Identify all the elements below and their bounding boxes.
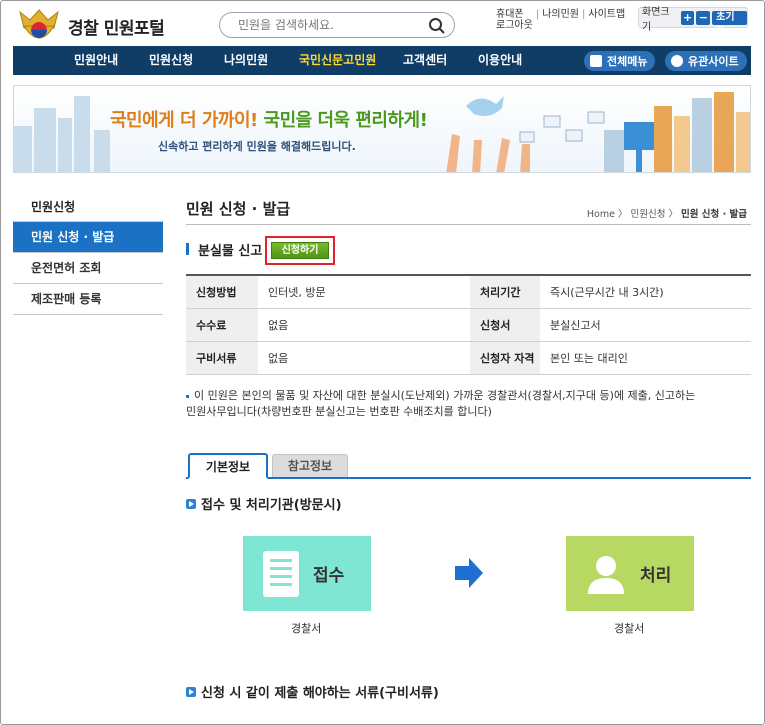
my-minwon-link[interactable]: 나의민원 — [542, 9, 579, 20]
section-marker — [186, 243, 189, 255]
tab-underline — [186, 477, 751, 479]
info-key: 수수료 — [186, 308, 258, 342]
arrow-box-icon — [186, 498, 196, 509]
table-row: 신청방법 인터넷, 방문 처리기간 즉시(근무시간 내 3시간) — [186, 275, 751, 309]
banner-headline: 국민에게 더 가까이! 국민을 더욱 편리하게! — [110, 106, 428, 132]
sitemap-link[interactable]: 사이트맵 — [588, 9, 625, 20]
arrow-right-icon — [455, 558, 483, 588]
bullet-icon — [186, 394, 189, 398]
menu-icon — [590, 55, 602, 67]
step-process-card: 처리 — [566, 536, 694, 611]
apply-highlight: 신청하기 — [265, 236, 335, 265]
side-nav-item-license[interactable]: 운전면허 조회 — [13, 253, 163, 284]
hero-banner: 국민에게 더 가까이! 국민을 더욱 편리하게! 신속하고 편리하게 민원을 해… — [13, 85, 751, 173]
section-title: 분실물 신고 — [198, 244, 263, 259]
breadcrumb-home[interactable]: Home — [587, 209, 615, 220]
breadcrumb-apply[interactable]: 민원신청 — [631, 209, 666, 220]
person-icon — [588, 555, 624, 594]
tab-reference-info[interactable]: 참고정보 — [272, 454, 348, 477]
note-line-1: 이 민원은 본인의 물품 및 자산에 대한 분실시(도난제외) 가까운 경찰관서… — [194, 389, 696, 402]
font-increase-button[interactable]: + — [680, 10, 695, 25]
info-value: 인터넷, 방문 — [258, 275, 470, 309]
gnb-item-epeople[interactable]: 국민신문고민원 — [299, 46, 376, 75]
utility-links: 휴대폰 로그아웃 | 나의민원 | 사이트맵 — [496, 9, 626, 31]
step-receive-caption: 경찰서 — [291, 622, 322, 635]
info-table: 신청방법 인터넷, 방문 처리기간 즉시(근무시간 내 3시간) 수수료 없음 … — [186, 274, 751, 375]
info-key: 신청자 자격 — [470, 341, 540, 375]
search-icon[interactable] — [428, 17, 446, 35]
all-menu-label: 전체메뉴 — [607, 55, 648, 68]
description-note: 이 민원은 본인의 물품 및 자산에 대한 분실시(도난제외) 가까운 경찰관서… — [186, 388, 746, 420]
logout-link[interactable]: 로그아웃 — [496, 20, 533, 31]
side-navigation: 민원신청 민원 신청 · 발급 운전면허 조회 제조판매 등록 — [13, 192, 163, 315]
info-key: 구비서류 — [186, 341, 258, 375]
process-heading-text: 접수 및 처리기관(방문시) — [201, 498, 342, 513]
site-title: 경찰 민원포털 — [68, 18, 165, 39]
font-size-label: 화면크기 — [642, 6, 670, 33]
info-value: 없음 — [258, 308, 470, 342]
info-key: 처리기간 — [470, 275, 540, 309]
step-receive-label: 접수 — [313, 566, 345, 586]
process-heading: 접수 및 처리기관(방문시) — [186, 494, 342, 513]
arrow-box-icon — [186, 686, 196, 697]
apply-button[interactable]: 신청하기 — [271, 242, 329, 259]
info-value: 즉시(근무시간 내 3시간) — [540, 275, 751, 309]
search-input[interactable] — [238, 13, 438, 37]
globe-icon — [671, 55, 683, 67]
side-nav-item-manufacture[interactable]: 제조판매 등록 — [13, 284, 163, 315]
info-key: 신청서 — [470, 308, 540, 342]
side-nav-title: 민원신청 — [13, 192, 163, 222]
police-emblem-icon — [16, 6, 62, 46]
search-box — [219, 12, 455, 38]
page-title: 민원 신청 · 발급 — [186, 200, 291, 218]
font-size-control: 화면크기 + − 초기화 — [638, 7, 748, 37]
banner-headline-2: 국민을 더욱 편리하게! — [263, 110, 428, 131]
site-logo[interactable]: 경찰 민원포털 — [16, 6, 165, 46]
step-process-label: 처리 — [640, 566, 672, 586]
mobile-link[interactable]: 휴대폰 — [496, 9, 524, 20]
breadcrumb-current: 민원 신청 · 발급 — [681, 209, 747, 220]
all-menu-button[interactable]: 전체메뉴 — [584, 51, 656, 71]
related-sites-label: 유관사이트 — [688, 55, 739, 68]
info-value: 분실신고서 — [540, 308, 751, 342]
table-row: 수수료 없음 신청서 분실신고서 — [186, 308, 751, 342]
gnb-item-usage[interactable]: 이용안내 — [478, 46, 522, 75]
info-value: 없음 — [258, 341, 470, 375]
title-divider — [186, 224, 751, 225]
gnb-item-guide[interactable]: 민원안내 — [74, 46, 118, 75]
step-receive-card: 접수 — [243, 536, 371, 611]
gnb-item-my[interactable]: 나의민원 — [224, 46, 268, 75]
document-icon — [263, 550, 299, 597]
font-decrease-button[interactable]: − — [696, 10, 711, 25]
note-line-2: 민원사무입니다(차량번호판 분실신고는 번호판 수배조치를 합니다) — [186, 405, 492, 418]
related-sites-button[interactable]: 유관사이트 — [665, 51, 747, 71]
tab-basic-info[interactable]: 기본정보 — [188, 453, 268, 479]
gnb-item-apply[interactable]: 민원신청 — [149, 46, 193, 75]
table-row: 구비서류 없음 신청자 자격 본인 또는 대리인 — [186, 341, 751, 375]
info-value: 본인 또는 대리인 — [540, 341, 751, 375]
side-nav-item-apply-issue[interactable]: 민원 신청 · 발급 — [13, 222, 163, 253]
step-process-caption: 경찰서 — [614, 622, 645, 635]
banner-subtitle: 신속하고 편리하게 민원을 해결해드립니다. — [158, 140, 356, 153]
gnb-item-support[interactable]: 고객센터 — [403, 46, 447, 75]
breadcrumb: Home 〉 민원신청 〉 민원 신청 · 발급 — [586, 209, 747, 220]
banner-headline-1: 국민에게 더 가까이! — [110, 110, 258, 131]
info-key: 신청방법 — [186, 275, 258, 309]
docs-heading: 신청 시 같이 제출 해야하는 서류(구비서류) — [186, 682, 439, 701]
main-navigation: 민원안내 민원신청 나의민원 국민신문고민원 고객센터 이용안내 전체메뉴 유관… — [13, 46, 751, 75]
docs-heading-text: 신청 시 같이 제출 해야하는 서류(구비서류) — [201, 686, 439, 701]
font-reset-button[interactable]: 초기화 — [712, 10, 748, 37]
